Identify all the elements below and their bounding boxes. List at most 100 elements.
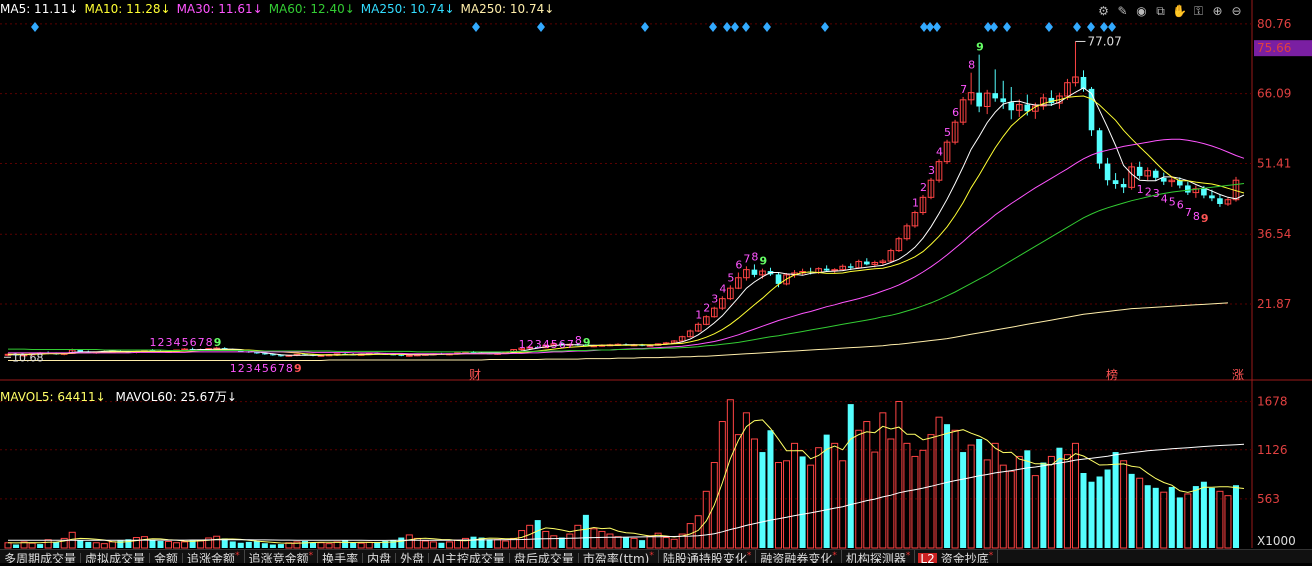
candle-body: [398, 354, 405, 356]
indicator-tab-flag: *: [832, 551, 837, 561]
td-sequence-label: 2: [158, 336, 165, 349]
td-sequence-label: 5: [1169, 196, 1176, 209]
volume-bar: [1216, 490, 1224, 549]
indicator-tab[interactable]: 追涨竞金额*: [245, 550, 319, 563]
gear-icon[interactable]: ⚙: [1096, 4, 1111, 19]
volume-bar: [767, 430, 774, 548]
indicator-tab-label: 虚拟成交量: [85, 552, 146, 564]
indicator-tab[interactable]: 追涨金额*: [183, 550, 245, 563]
hand-icon[interactable]: ✋: [1172, 4, 1187, 19]
td-sequence-label: 1: [912, 197, 919, 210]
volume-bar: [606, 533, 614, 549]
volume-bar: [229, 541, 236, 548]
eye-icon[interactable]: ◉: [1134, 4, 1149, 19]
volume-bar: [726, 399, 734, 549]
candle-body: [823, 268, 830, 271]
volume-bar: [213, 535, 221, 549]
price-tick-label: 75.66: [1257, 41, 1291, 55]
volume-bar: [783, 460, 791, 549]
volume-bar: [1232, 485, 1239, 548]
indicator-tab[interactable]: 市盈率(ttm)*: [579, 550, 659, 563]
candle-body: [863, 261, 870, 265]
candle-body: [1080, 76, 1087, 89]
copy-icon[interactable]: ⧉: [1153, 4, 1168, 19]
volume-bar: [550, 535, 558, 549]
chart-svg[interactable]: 80.7675.6666.0951.4136.5421.871678112656…: [0, 0, 1312, 562]
volume-bar: [1007, 470, 1015, 549]
signal-diamond: [742, 22, 750, 32]
plus-icon[interactable]: ⊕: [1210, 4, 1225, 19]
td-sequence-label: 9: [1201, 212, 1209, 225]
chart-stage[interactable]: 80.76 75.66 66.09 51.41 36.54 21.87 1678 1126 56…: [0, 0, 1312, 564]
indicator-tab-flag: *: [746, 551, 752, 561]
td-sequence-label: 2: [527, 338, 534, 351]
volume-bar: [4, 542, 12, 549]
volume-bar: [100, 543, 108, 549]
candle-body: [1185, 185, 1191, 193]
volume-bar: [855, 429, 863, 549]
volume-bar: [269, 544, 276, 548]
indicator-tab-flag: *: [235, 551, 240, 561]
volume-bar: [438, 542, 445, 548]
volume-bar: [662, 537, 670, 549]
volume-bar: [742, 412, 750, 549]
indicator-tab[interactable]: 陆股通持股变化*: [659, 550, 757, 563]
volume-bar: [1047, 455, 1055, 549]
signal-diamond: [1087, 22, 1095, 32]
volume-bar: [1168, 486, 1175, 548]
volume-bar: [623, 537, 630, 548]
brush-icon[interactable]: ✎: [1115, 4, 1130, 19]
candle-body: [1217, 198, 1223, 204]
volume-bar: [1224, 495, 1232, 549]
td-sequence-label: 6: [190, 336, 197, 349]
td-sequence-label: 4: [543, 338, 550, 351]
volume-bar: [799, 456, 806, 548]
volume-bar: [44, 539, 52, 549]
volume-bar: [630, 537, 638, 549]
td-sequence-label: 1: [1137, 183, 1144, 196]
candle-body: [406, 354, 413, 357]
volume-bar: [582, 514, 589, 548]
volume-bar: [494, 539, 502, 549]
signal-diamond: [1003, 22, 1011, 32]
volume-bar: [774, 462, 783, 549]
volume-bar: [1160, 491, 1168, 549]
indicator-tab-label: 多周期成交量: [4, 552, 77, 564]
volume-bar: [1096, 476, 1103, 548]
volume-bar: [807, 464, 815, 549]
candle-body: [77, 350, 84, 352]
td-sequence-label: 8: [575, 334, 582, 347]
signal-diamond: [537, 22, 545, 32]
td-sequence-label: 5: [551, 338, 558, 351]
volume-bar: [759, 452, 766, 548]
td-sequence-label: 3: [535, 338, 542, 351]
volume-bar: [173, 542, 181, 549]
minus-icon[interactable]: ⊖: [1229, 4, 1244, 19]
volume-bar: [639, 540, 646, 548]
volume-bar: [670, 538, 678, 549]
volume-bar: [85, 541, 92, 548]
td-sequence-label: 2: [238, 362, 245, 375]
indicator-tab[interactable]: 机构探测器*: [842, 550, 916, 563]
event-label: 涨: [1232, 367, 1244, 382]
volume-bar: [598, 530, 606, 549]
volume-bar: [1120, 460, 1128, 549]
lock-icon[interactable]: ⚿: [1191, 4, 1206, 19]
volume-bar: [960, 452, 967, 548]
td-sequence-label: 3: [928, 164, 935, 177]
volume-bar: [149, 540, 156, 548]
signal-diamond: [763, 22, 771, 32]
indicator-tab[interactable]: 资金抄底*: [937, 550, 999, 563]
volume-bar: [750, 438, 758, 549]
volume-bar: [325, 543, 333, 549]
indicator-tab-label: 换手率: [322, 552, 359, 564]
volume-bar: [342, 540, 349, 548]
volume-bar: [895, 400, 903, 549]
td-sequence-label: 8: [968, 59, 975, 72]
signal-diamond: [31, 22, 39, 32]
volume-bar: [1088, 481, 1095, 548]
volume-bar: [261, 543, 268, 548]
volume-bar: [976, 438, 983, 548]
td-sequence-label: 8: [751, 250, 758, 263]
indicator-tab[interactable]: 融资融券变化*: [756, 550, 842, 563]
